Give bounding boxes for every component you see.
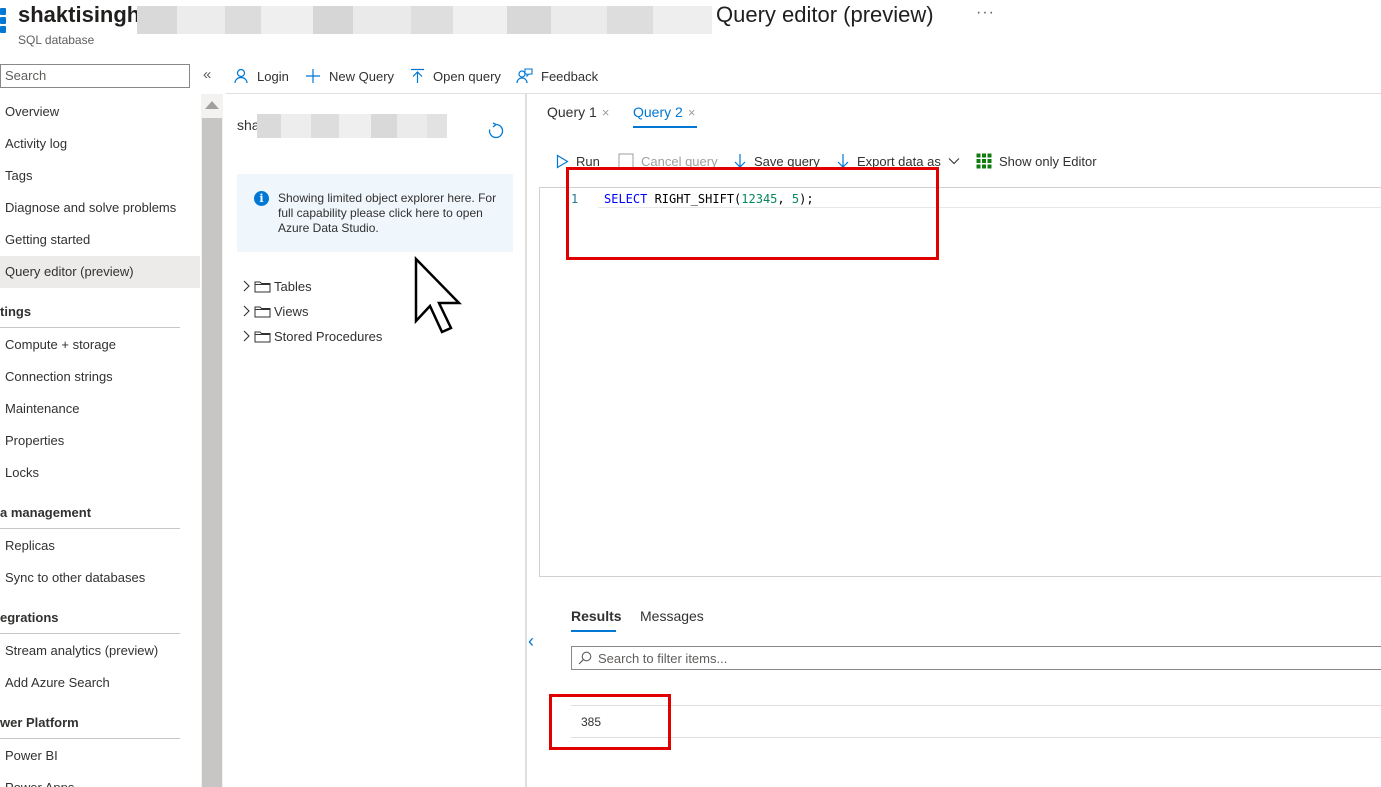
show-only-editor-button[interactable]: Show only Editor xyxy=(976,152,1097,170)
chevron-left-icon[interactable]: ‹ xyxy=(528,631,534,652)
sidebar-item-properties[interactable]: Properties xyxy=(0,425,200,457)
chevron-down-icon xyxy=(948,158,960,165)
sidebar-item-overview[interactable]: Overview xyxy=(0,96,200,128)
sidebar-item-connection-strings[interactable]: Connection strings xyxy=(0,361,200,393)
tree-label: Views xyxy=(274,303,309,319)
sidebar-item-activity-log[interactable]: Activity log xyxy=(0,128,200,160)
results-filter-input[interactable]: Search to filter items... xyxy=(571,646,1381,670)
chevron-right-icon xyxy=(243,280,250,292)
mouse-cursor-icon xyxy=(413,255,463,337)
open-query-label: Open query xyxy=(433,68,501,84)
resource-type: SQL database xyxy=(18,33,95,47)
sql-database-icon xyxy=(0,8,6,34)
tree-item-tables[interactable]: Tables xyxy=(241,276,312,296)
new-query-button[interactable]: New Query xyxy=(305,66,394,86)
sidebar-item-compute-storage[interactable]: Compute + storage xyxy=(0,329,200,361)
tree-label: Stored Procedures xyxy=(274,328,383,344)
search-icon xyxy=(578,651,592,665)
tab-query-2[interactable]: Query 2 × xyxy=(633,104,695,120)
result-highlight-box xyxy=(549,694,671,750)
active-tab-indicator xyxy=(633,126,697,128)
active-tab-indicator xyxy=(571,630,616,632)
scroll-up-icon[interactable] xyxy=(205,101,219,109)
page-title: shaktisingh xyxy=(18,2,141,27)
feedback-label: Feedback xyxy=(541,68,599,84)
login-label: Login xyxy=(257,68,289,84)
tree-label: Tables xyxy=(274,278,312,294)
toolbar-divider xyxy=(226,93,1381,94)
sidebar-section-settings: tings xyxy=(0,304,32,319)
more-icon[interactable]: ··· xyxy=(976,4,995,22)
plus-icon xyxy=(306,69,320,83)
redacted-title-part xyxy=(137,6,712,34)
chevron-right-icon xyxy=(243,305,250,317)
tab-results[interactable]: Results xyxy=(571,608,622,624)
sidebar-item-power-apps[interactable]: Power Apps xyxy=(0,772,200,787)
close-icon[interactable]: × xyxy=(602,105,610,120)
sidebar-item-diagnose[interactable]: Diagnose and solve problems xyxy=(0,192,200,224)
tab-query-1[interactable]: Query 1 × xyxy=(547,104,609,120)
grid-divider xyxy=(571,737,1381,738)
sidebar-item-getting-started[interactable]: Getting started xyxy=(0,224,200,256)
page-title-suffix: Query editor (preview) xyxy=(716,2,934,27)
section-divider xyxy=(0,633,180,634)
query-highlight-box xyxy=(566,167,939,260)
sidebar-section-data-management: a management xyxy=(0,505,92,520)
section-divider xyxy=(0,528,180,529)
info-banner-text[interactable]: Showing limited object explorer here. Fo… xyxy=(278,191,506,236)
close-icon[interactable]: × xyxy=(688,105,696,120)
grid-divider xyxy=(571,705,1381,706)
sidebar-item-sync[interactable]: Sync to other databases xyxy=(0,562,200,594)
collapse-sidebar-icon[interactable]: « xyxy=(203,66,211,83)
tab-label: Query 1 xyxy=(547,104,597,120)
section-divider xyxy=(0,327,180,328)
upload-icon xyxy=(411,68,424,83)
open-query-button[interactable]: Open query xyxy=(410,66,501,86)
feedback-button[interactable]: Feedback xyxy=(516,66,598,86)
chevron-right-icon xyxy=(243,330,250,342)
scrollbar-thumb[interactable] xyxy=(202,118,222,787)
refresh-icon[interactable] xyxy=(487,122,505,143)
sidebar-section-integrations: egrations xyxy=(0,610,59,625)
sidebar-item-replicas[interactable]: Replicas xyxy=(0,530,200,562)
section-divider xyxy=(0,738,180,739)
sidebar-section-power-platform: wer Platform xyxy=(0,715,79,730)
filter-placeholder: Search to filter items... xyxy=(598,650,728,666)
folder-icon xyxy=(254,306,271,317)
info-icon: i xyxy=(254,191,269,206)
sidebar-item-tags[interactable]: Tags xyxy=(0,160,200,192)
person-icon xyxy=(234,68,248,84)
new-query-label: New Query xyxy=(329,68,395,84)
grid-icon xyxy=(976,153,992,169)
pane-splitter[interactable] xyxy=(525,94,527,787)
tree-item-views[interactable]: Views xyxy=(241,301,308,321)
tab-label: Query 2 xyxy=(633,104,683,120)
login-button[interactable]: Login xyxy=(233,66,289,86)
sidebar-item-locks[interactable]: Locks xyxy=(0,457,200,489)
sidebar-search-input[interactable]: Search xyxy=(0,64,190,88)
redacted-database-name xyxy=(257,114,447,138)
sidebar-item-azure-search[interactable]: Add Azure Search xyxy=(0,667,200,699)
feedback-icon xyxy=(516,68,533,84)
folder-icon xyxy=(254,281,271,292)
sidebar-item-power-bi[interactable]: Power BI xyxy=(0,740,200,772)
show-only-editor-label: Show only Editor xyxy=(999,153,1097,169)
tab-messages[interactable]: Messages xyxy=(640,608,704,624)
sidebar-item-maintenance[interactable]: Maintenance xyxy=(0,393,200,425)
sidebar-item-stream-analytics[interactable]: Stream analytics (preview) xyxy=(0,635,200,667)
tree-item-stored-procedures[interactable]: Stored Procedures xyxy=(241,326,382,346)
folder-icon xyxy=(254,331,271,342)
sidebar-item-query-editor[interactable]: Query editor (preview) xyxy=(0,256,200,288)
